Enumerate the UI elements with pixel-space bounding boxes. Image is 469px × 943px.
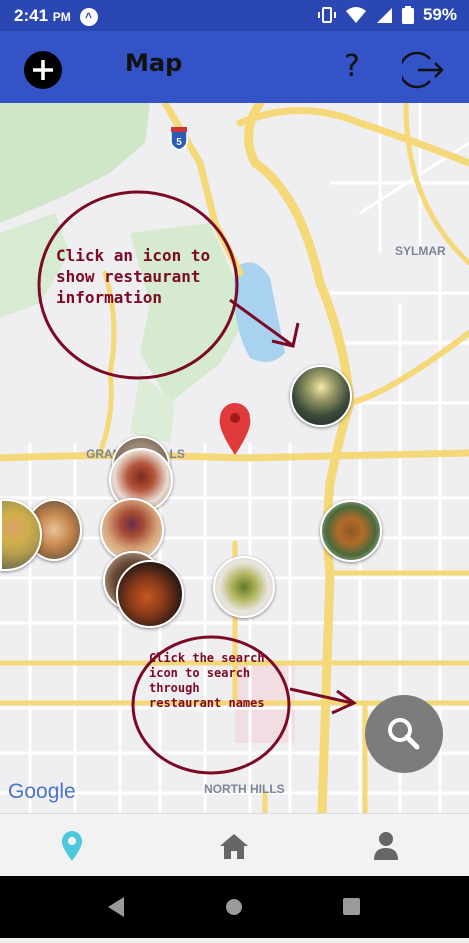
status-icons: 59% [317, 5, 457, 25]
home-icon [220, 834, 248, 859]
nav-profile-tab[interactable] [366, 828, 406, 864]
status-bar: 2:41 PM ^ 59% [0, 0, 469, 31]
search-hint-annotation: Click the search icon to search through … [149, 651, 265, 711]
logout-button[interactable] [398, 50, 444, 90]
google-attribution: Google [8, 780, 76, 803]
recents-icon[interactable] [343, 898, 360, 915]
park-area [0, 103, 150, 223]
app-bar: Map ? [0, 31, 469, 103]
page-title: Map [125, 49, 183, 77]
search-hint-line: through [149, 681, 200, 695]
map-pin-icon [61, 831, 83, 861]
highway-shield-label: 5 [176, 137, 182, 148]
search-icon [388, 718, 420, 750]
place-label-sylmar: SYLMAR [395, 244, 446, 258]
status-time-value: 2:41 [14, 6, 49, 25]
wifi-icon [345, 7, 366, 23]
help-button[interactable]: ? [338, 49, 366, 87]
restaurant-marker[interactable] [213, 556, 275, 618]
battery-percent: 59% [422, 5, 457, 24]
restaurant-marker[interactable] [320, 500, 382, 562]
user-icon [374, 832, 398, 860]
vibrate-icon [317, 7, 336, 23]
icon-hint-line: information [56, 288, 162, 307]
icon-hint-annotation: Click an icon to show restaurant informa… [56, 245, 210, 308]
search-hint-line: icon to search [149, 666, 251, 680]
search-hint-line: Click the search [149, 651, 265, 665]
cell-signal-icon [376, 8, 392, 23]
restaurant-marker[interactable] [290, 365, 352, 427]
back-icon[interactable] [108, 897, 124, 917]
icon-hint-line: Click an icon to [56, 246, 211, 265]
add-button[interactable] [24, 51, 62, 89]
logout-icon [398, 51, 444, 89]
search-button[interactable] [365, 695, 443, 773]
status-time-ampm: PM [52, 10, 71, 24]
restaurant-marker[interactable] [116, 560, 184, 628]
system-nav-buttons [108, 897, 360, 917]
bottom-navigation [0, 813, 469, 877]
system-navigation-bar [0, 876, 469, 938]
place-label-north-hills: NORTH HILLS [204, 782, 285, 796]
highway-shield: 5 [170, 127, 188, 151]
location-pin-icon[interactable] [219, 403, 251, 455]
status-time: 2:41 PM ^ [14, 6, 98, 26]
icon-hint-line: show restaurant [56, 267, 201, 286]
plus-circle-icon [33, 60, 53, 80]
app-notification-icon: ^ [79, 7, 98, 26]
home-button-icon[interactable] [226, 899, 242, 915]
battery-icon [401, 6, 414, 24]
nav-home-tab[interactable] [214, 828, 254, 864]
lake [234, 262, 285, 362]
nav-map-tab[interactable] [52, 828, 92, 864]
search-hint-line: restaurant names [149, 696, 265, 710]
